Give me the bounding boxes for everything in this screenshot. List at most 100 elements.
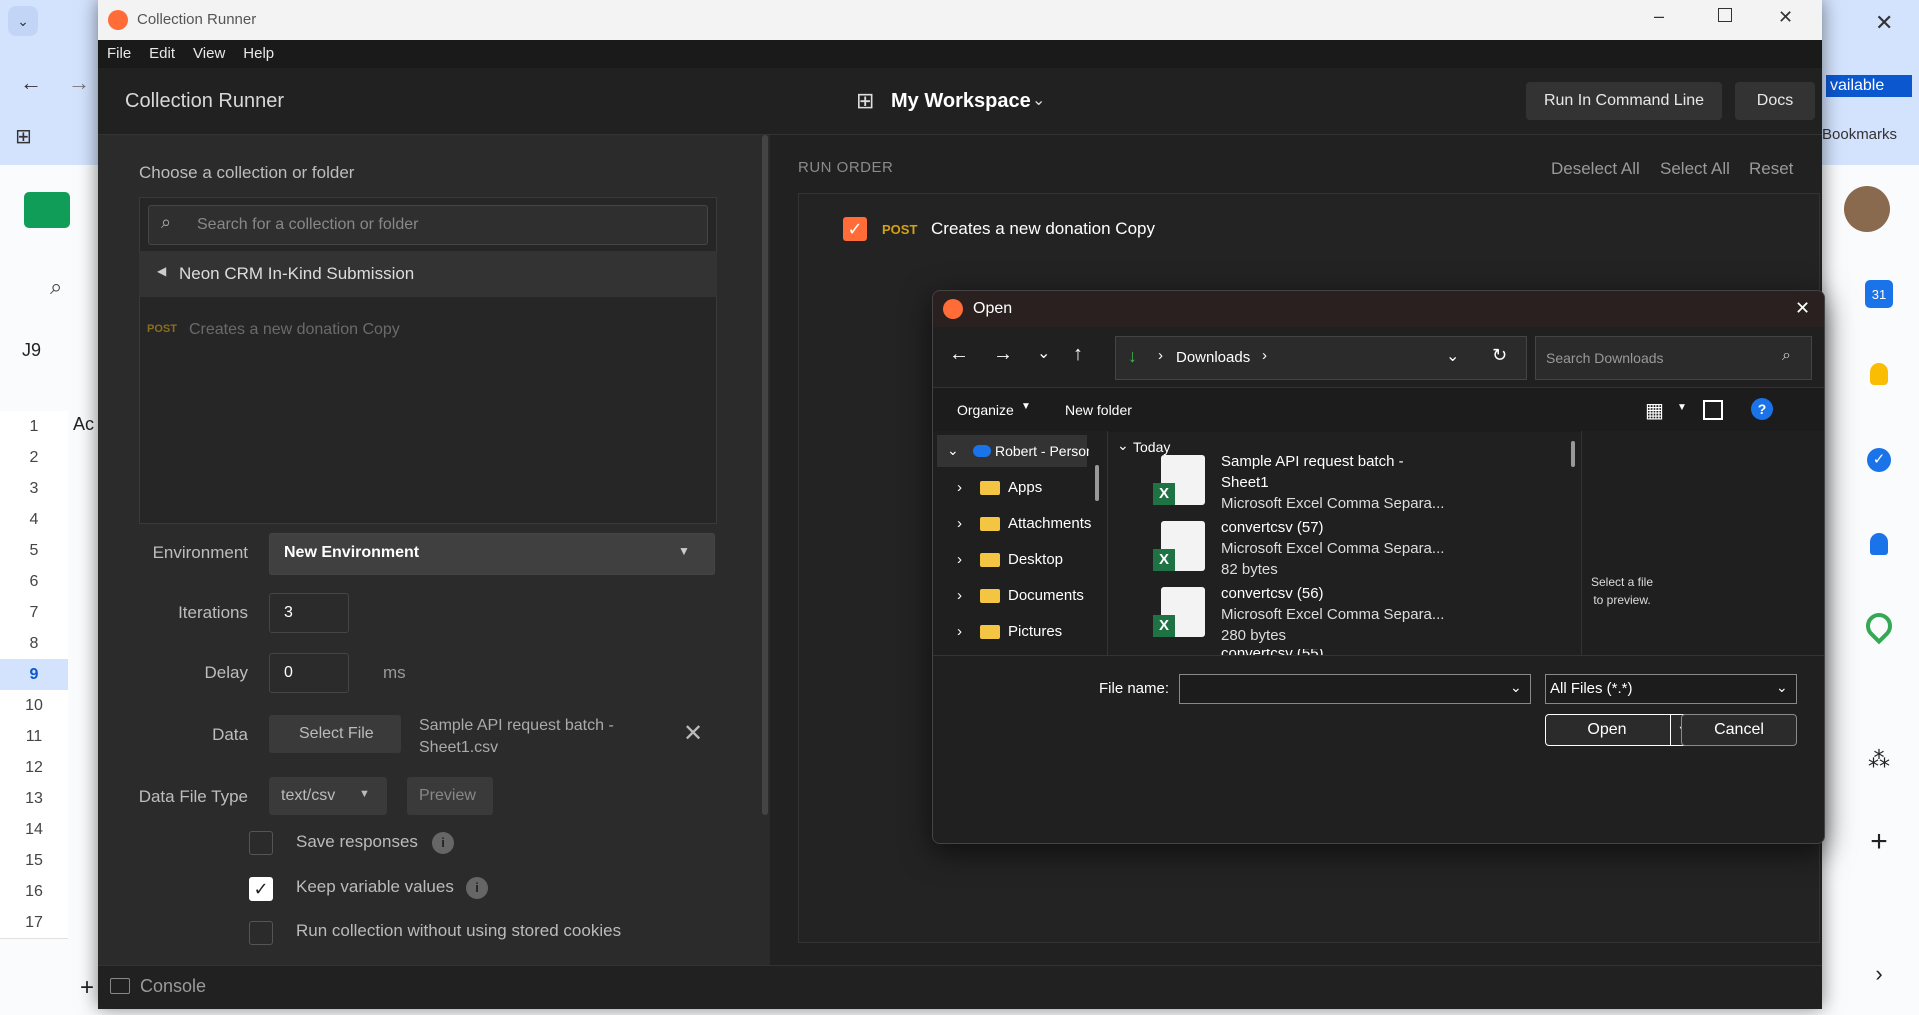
delay-input[interactable]: 0 bbox=[269, 653, 349, 693]
chevron-down-icon[interactable]: ⌄ bbox=[1446, 346, 1459, 366]
iterations-input[interactable]: 3 bbox=[269, 593, 349, 633]
environment-select[interactable]: New Environment ▼ bbox=[269, 533, 715, 575]
console-bar[interactable]: Console bbox=[98, 965, 1822, 1009]
menu-help[interactable]: Help bbox=[243, 40, 274, 68]
tree-item-pictures[interactable]: › Pictures bbox=[957, 623, 1062, 640]
row-number[interactable]: 5 bbox=[0, 535, 68, 567]
tasks-icon[interactable]: ✓ bbox=[1865, 446, 1893, 474]
row-number[interactable]: 6 bbox=[0, 566, 68, 598]
deselect-all-link[interactable]: Deselect All bbox=[1551, 159, 1640, 179]
row-number[interactable]: 12 bbox=[0, 752, 68, 784]
add-sheet-icon[interactable]: + bbox=[80, 974, 94, 1002]
close-browser-icon[interactable]: ✕ bbox=[1875, 10, 1893, 36]
row-number[interactable]: 8 bbox=[0, 628, 68, 660]
row-number[interactable]: 13 bbox=[0, 783, 68, 815]
tree-item-apps[interactable]: › Apps bbox=[957, 479, 1042, 496]
preview-button[interactable]: Preview bbox=[407, 777, 493, 815]
workspace-switcher[interactable]: My Workspace bbox=[891, 90, 1031, 113]
path-folder[interactable]: Downloads bbox=[1176, 349, 1250, 366]
select-all-link[interactable]: Select All bbox=[1660, 159, 1730, 179]
collection-search-placeholder[interactable]: Search for a collection or folder bbox=[197, 216, 418, 234]
row-number[interactable]: 17 bbox=[0, 907, 68, 939]
run-order-checkbox[interactable]: ✓ bbox=[843, 217, 867, 241]
recent-locations-icon[interactable]: ⌄ bbox=[1037, 343, 1050, 363]
address-bar[interactable]: ↓ › Downloads › ⌄ ↻ bbox=[1115, 336, 1527, 380]
maximize-icon[interactable] bbox=[1718, 8, 1732, 22]
row-number[interactable]: 7 bbox=[0, 597, 68, 629]
file-name-input[interactable]: ⌄ bbox=[1179, 674, 1531, 704]
cell-a1-text[interactable]: Ac bbox=[73, 414, 94, 435]
row-number[interactable]: 4 bbox=[0, 504, 68, 536]
run-command-line-button[interactable]: Run In Command Line bbox=[1526, 82, 1722, 120]
calendar-icon[interactable]: 31 bbox=[1865, 280, 1893, 308]
row-number[interactable]: 14 bbox=[0, 814, 68, 846]
close-icon[interactable]: ✕ bbox=[1778, 7, 1793, 28]
file-type-select[interactable]: All Files (*.*) ⌄ bbox=[1545, 674, 1797, 704]
refresh-icon[interactable]: ↻ bbox=[1492, 345, 1507, 366]
view-options-icon[interactable]: ▦ bbox=[1645, 398, 1664, 423]
docs-button[interactable]: Docs bbox=[1735, 82, 1815, 120]
menu-file[interactable]: File bbox=[107, 40, 131, 68]
row-number[interactable]: 9 bbox=[0, 659, 68, 691]
apps-grid-icon[interactable]: ⊞ bbox=[15, 124, 32, 149]
reset-link[interactable]: Reset bbox=[1749, 159, 1793, 179]
run-without-cookies-checkbox[interactable] bbox=[249, 921, 273, 945]
menu-view[interactable]: View bbox=[193, 40, 225, 68]
contacts-icon[interactable] bbox=[1865, 530, 1893, 558]
keep-variable-checkbox[interactable]: ✓ bbox=[249, 877, 273, 901]
collection-item[interactable]: ◀ Neon CRM In-Kind Submission bbox=[139, 251, 717, 297]
tree-scrollbar[interactable] bbox=[1095, 465, 1099, 501]
up-arrow-icon[interactable]: ↑ bbox=[1073, 343, 1083, 366]
dialog-search-placeholder[interactable]: Search Downloads bbox=[1546, 350, 1664, 366]
back-arrow-icon[interactable]: ← bbox=[949, 343, 969, 366]
excel-csv-icon: X bbox=[1153, 587, 1207, 641]
row-number[interactable]: 3 bbox=[0, 473, 68, 505]
info-icon[interactable]: i bbox=[466, 877, 488, 899]
info-icon[interactable]: i bbox=[432, 832, 454, 854]
row-number[interactable]: 1 bbox=[0, 411, 68, 443]
avatar[interactable] bbox=[1844, 186, 1890, 232]
row-number[interactable]: 10 bbox=[0, 690, 68, 722]
forward-arrow-icon[interactable]: → bbox=[68, 70, 90, 96]
browser-tabs-dropdown[interactable]: ⌄ bbox=[8, 6, 38, 36]
chevron-down-icon[interactable]: ⌄ bbox=[1032, 90, 1045, 110]
help-icon[interactable]: ? bbox=[1751, 398, 1773, 420]
cancel-button[interactable]: Cancel bbox=[1681, 714, 1797, 746]
row-number[interactable]: 2 bbox=[0, 442, 68, 474]
data-file-type-select[interactable]: text/csv ▼ bbox=[269, 777, 387, 815]
chevron-right-icon[interactable]: › bbox=[1865, 960, 1893, 988]
save-responses-checkbox[interactable] bbox=[249, 831, 273, 855]
tree-item-desktop[interactable]: › Desktop bbox=[957, 551, 1063, 568]
dialog-search-field[interactable]: Search Downloads ⌕ bbox=[1535, 336, 1812, 380]
tree-item-onedrive[interactable]: ⌄ Robert - Persona bbox=[937, 435, 1089, 467]
tree-item-documents[interactable]: › Documents bbox=[957, 587, 1084, 604]
organize-button[interactable]: Organize bbox=[957, 402, 1014, 418]
chevron-down-icon[interactable]: ⌄ bbox=[1510, 679, 1522, 696]
remove-file-icon[interactable]: ✕ bbox=[683, 719, 703, 748]
add-icon[interactable]: + bbox=[1865, 825, 1893, 858]
row-number[interactable]: 15 bbox=[0, 845, 68, 877]
open-button[interactable]: Open ▼ bbox=[1545, 714, 1695, 746]
chevron-down-icon[interactable]: ▼ bbox=[1677, 402, 1687, 413]
run-order-request-name[interactable]: Creates a new donation Copy bbox=[931, 219, 1155, 239]
request-name[interactable]: Creates a new donation Copy bbox=[189, 321, 400, 339]
select-file-button[interactable]: Select File bbox=[269, 715, 401, 753]
grid-apps-icon[interactable]: ⁂ bbox=[1865, 746, 1893, 774]
left-pane-scrollbar[interactable] bbox=[762, 135, 768, 815]
menu-edit[interactable]: Edit bbox=[149, 40, 175, 68]
minimize-icon[interactable]: – bbox=[1654, 6, 1664, 27]
maps-icon[interactable] bbox=[1860, 607, 1898, 645]
close-icon[interactable]: ✕ bbox=[1795, 298, 1810, 319]
cell-reference[interactable]: J9 bbox=[22, 340, 41, 361]
collection-search-field[interactable]: ⌕ Search for a collection or folder bbox=[148, 205, 708, 245]
bookmarks-label[interactable]: Bookmarks bbox=[1822, 126, 1897, 143]
back-arrow-icon[interactable]: ← bbox=[20, 70, 42, 96]
new-folder-button[interactable]: New folder bbox=[1065, 402, 1132, 418]
keep-icon[interactable] bbox=[1865, 360, 1893, 388]
row-number[interactable]: 11 bbox=[0, 721, 68, 753]
tree-item-attachments[interactable]: › Attachments bbox=[957, 515, 1091, 532]
preview-pane-icon[interactable] bbox=[1703, 400, 1723, 420]
forward-arrow-icon[interactable]: → bbox=[993, 343, 1013, 366]
row-number[interactable]: 16 bbox=[0, 876, 68, 908]
search-icon[interactable]: ⌕ bbox=[50, 274, 62, 300]
